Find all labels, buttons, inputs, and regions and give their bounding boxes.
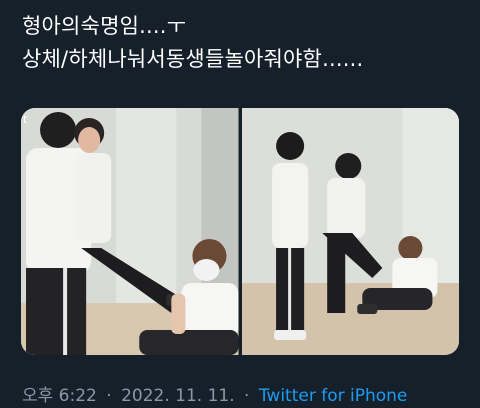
tweet-text-line-1: 형아의숙명임....ㅜ [22, 14, 187, 38]
tweet-detail: 형아의숙명임....ㅜ 상체/하체나눠서동생들놀아줘야함...... t 오후 … [0, 0, 480, 406]
tweet-text: 형아의숙명임....ㅜ 상체/하체나눠서동생들놀아줘야함...... [22, 10, 462, 76]
dance-practice-photo-right [241, 108, 459, 355]
tweet-text-line-2: 상체/하체나눠서동생들놀아줘야함...... [22, 47, 364, 71]
tweet-meta: 오후 6:22 · 2022. 11. 11. · Twitter for iP… [22, 384, 407, 408]
tweet-media-grid: t [21, 108, 459, 355]
tweet-photo-1[interactable]: t [21, 108, 239, 355]
meta-separator: · [244, 386, 250, 406]
tweet-source-link[interactable]: Twitter for iPhone [259, 386, 408, 406]
meta-separator: · [106, 386, 112, 406]
tweet-date[interactable]: 2022. 11. 11. [121, 386, 235, 406]
photo-watermark: t [23, 113, 28, 126]
dance-practice-photo-left: t [21, 108, 239, 355]
tweet-time[interactable]: 오후 6:22 [22, 386, 97, 406]
tweet-photo-2[interactable] [241, 108, 459, 355]
